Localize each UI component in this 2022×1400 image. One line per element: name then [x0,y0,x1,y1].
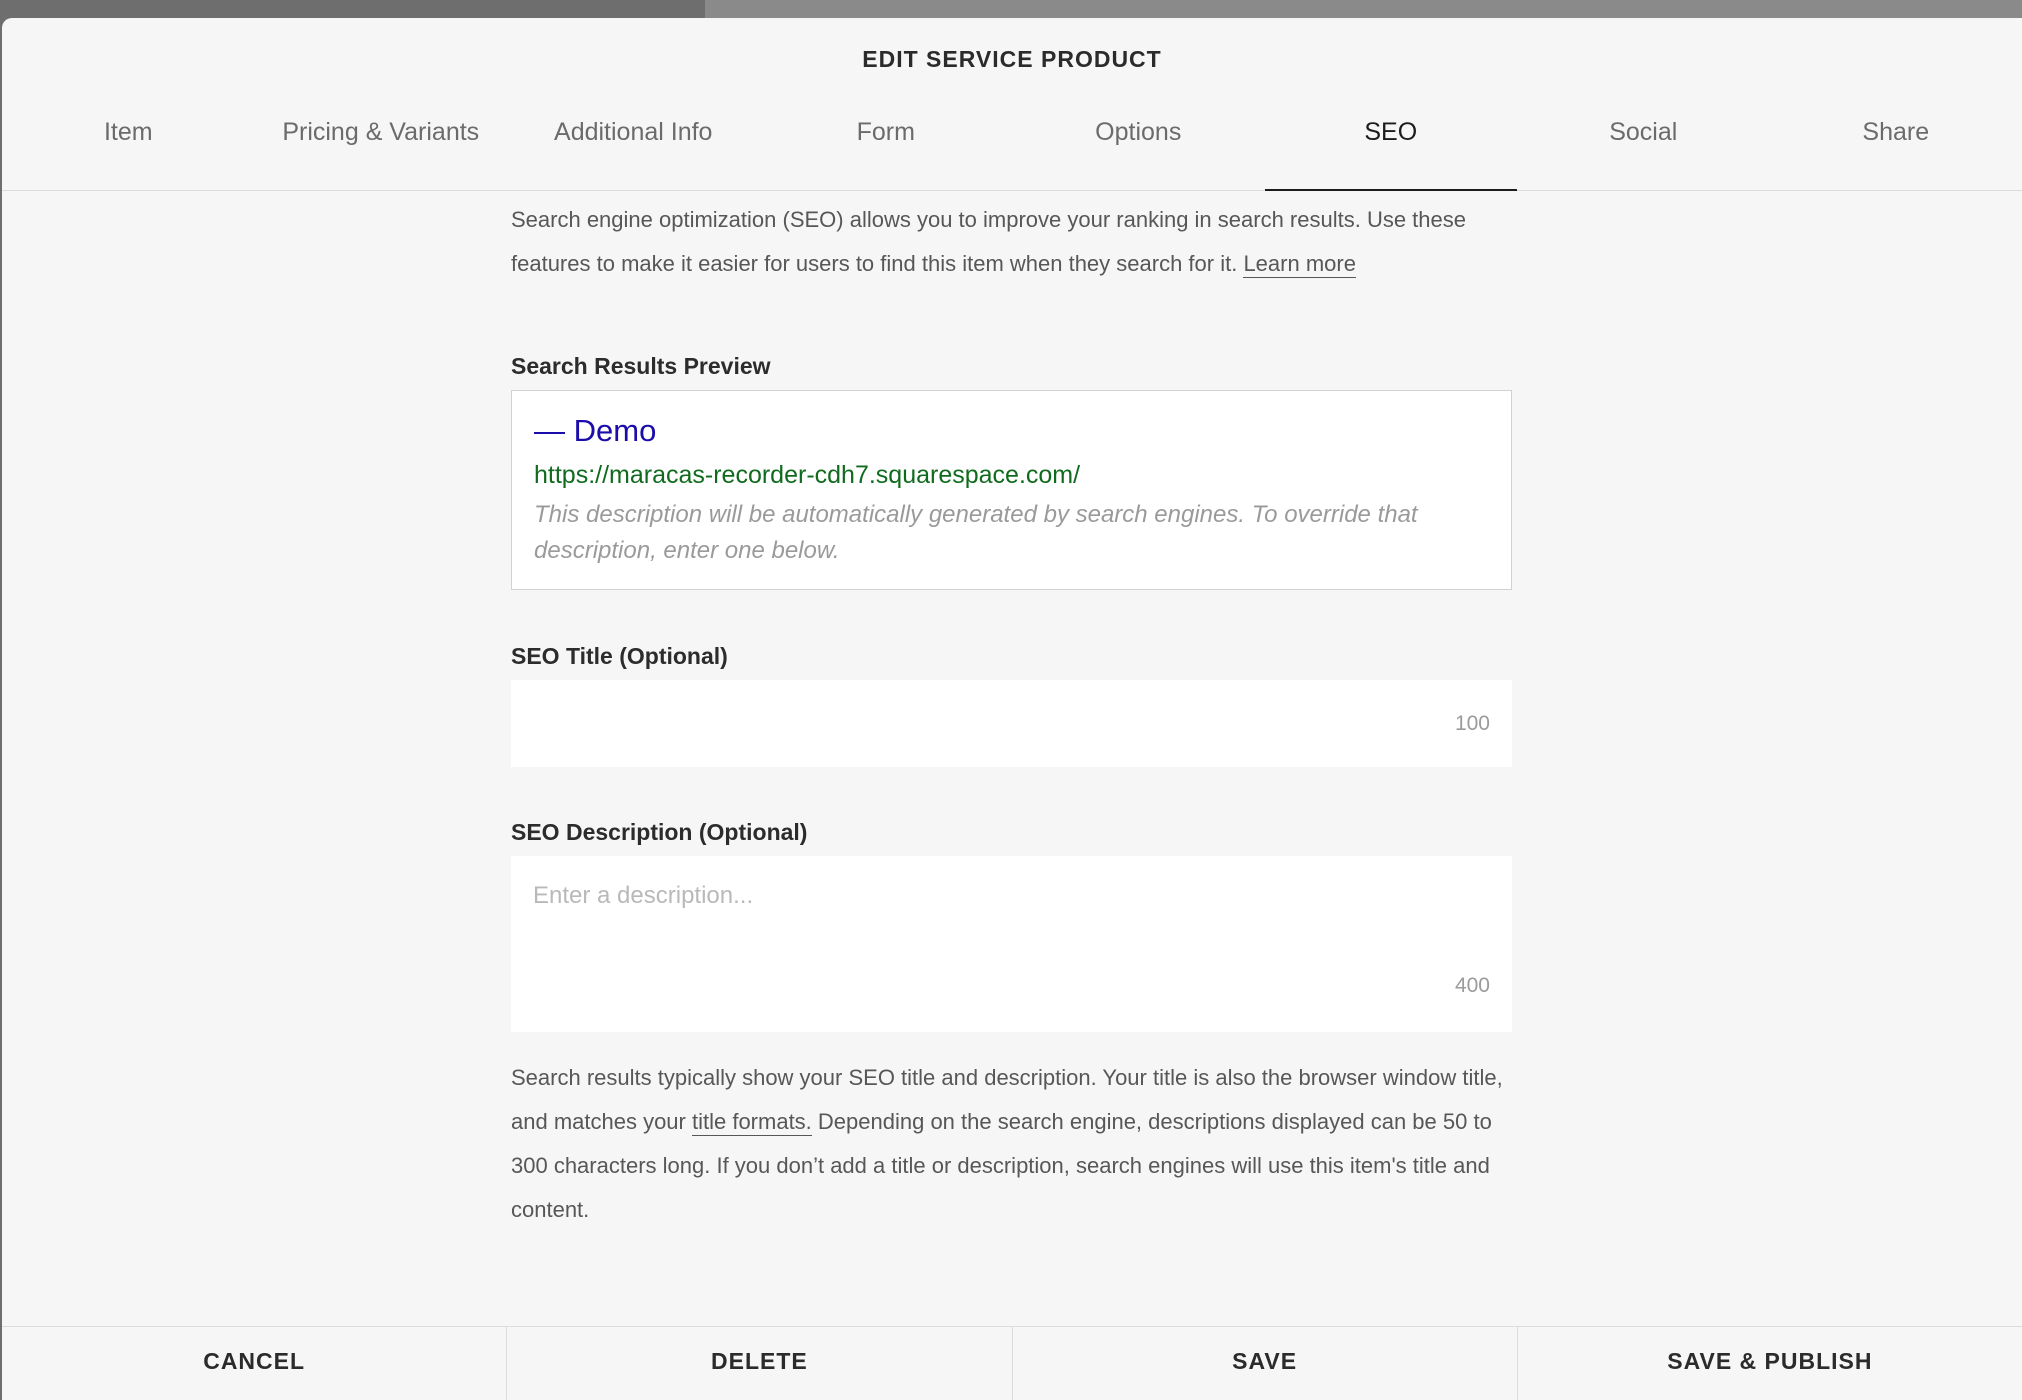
seo-description-counter: 400 [1454,974,1490,997]
edit-service-product-modal: EDIT SERVICE PRODUCT Item Pricing & Vari… [2,18,2022,1400]
tab-options[interactable]: Options [1012,98,1265,190]
save-button[interactable]: SAVE [1013,1327,1518,1400]
search-results-preview: — Demo https://maracas-recorder-cdh7.squ… [511,390,1512,590]
seo-help-text: Search results typically show your SEO t… [511,1056,1512,1232]
tab-social[interactable]: Social [1517,98,1770,190]
save-publish-button[interactable]: SAVE & PUBLISH [1518,1327,2022,1400]
title-formats-link[interactable]: title formats. [691,1109,812,1136]
footer-actions: CANCEL DELETE SAVE SAVE & PUBLISH [2,1326,2022,1400]
preview-description: This description will be automatically g… [534,501,1418,564]
modal-title: EDIT SERVICE PRODUCT [862,46,1162,72]
tab-share[interactable]: Share [1770,98,2022,190]
seo-intro: Search engine optimization (SEO) allows … [511,198,1512,286]
learn-more-link[interactable]: Learn more [1243,251,1356,278]
preview-url: https://maracas-recorder-cdh7.squarespac… [534,461,1081,489]
seo-panel: Search engine optimization (SEO) allows … [511,198,1512,1222]
seo-description-input[interactable] [511,856,1512,986]
tab-seo[interactable]: SEO [1264,98,1518,191]
tab-pricing-variants[interactable]: Pricing & Variants [255,98,508,190]
seo-description-field: 400 [511,856,1512,1032]
preview-title: — Demo [534,413,657,448]
cancel-button[interactable]: CANCEL [2,1327,508,1400]
delete-button[interactable]: DELETE [507,1327,1013,1400]
search-results-preview-label: Search Results Preview [511,353,771,379]
seo-title-counter: 100 [1454,712,1490,735]
tab-form[interactable]: Form [760,98,1013,190]
seo-description-label: SEO Description (Optional) [511,819,808,845]
seo-title-label: SEO Title (Optional) [511,643,728,669]
seo-title-field: 100 [511,680,1512,767]
tab-additional-info[interactable]: Additional Info [507,98,760,190]
backdrop [705,0,2022,18]
seo-title-input[interactable] [511,680,1411,767]
tab-bar: Item Pricing & Variants Additional Info … [2,98,2022,191]
tab-item[interactable]: Item [2,98,255,190]
